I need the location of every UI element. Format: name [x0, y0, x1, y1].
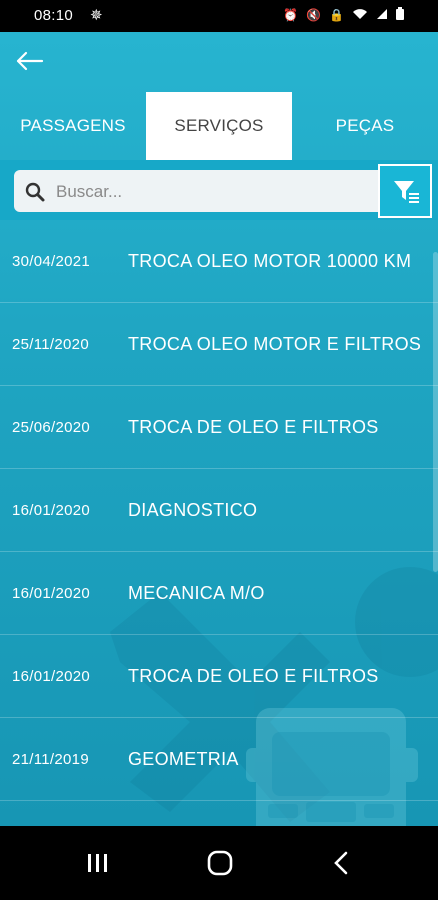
service-date: 30/04/2021 — [12, 252, 91, 270]
service-list: 30/04/2021 TROCA OLEO MOTOR 10000 KM 25/… — [0, 220, 438, 826]
service-description: TROCA DE OLEO E FILTROS — [128, 416, 379, 437]
search-icon — [25, 182, 45, 202]
tab-passagens[interactable]: PASSAGENS — [0, 92, 146, 160]
service-date: 25/06/2020 — [12, 418, 91, 436]
tab-servicos[interactable]: SERVIÇOS — [146, 92, 292, 160]
signal-icon — [376, 8, 388, 23]
app-header — [0, 32, 438, 92]
home-button[interactable] — [200, 848, 240, 878]
back-button[interactable] — [12, 46, 48, 76]
service-date: 16/01/2020 — [12, 584, 91, 602]
list-item[interactable]: 25/11/2020 TROCA OLEO MOTOR E FILTROS — [0, 303, 438, 386]
service-description: TROCA DE OLEO E FILTROS — [128, 665, 379, 686]
battery-icon — [396, 7, 404, 23]
search-input[interactable] — [54, 176, 378, 208]
service-description: DIAGNOSTICO — [128, 499, 258, 520]
tab-bar: PASSAGENS SERVIÇOS PEÇAS — [0, 92, 438, 160]
search-box — [14, 170, 380, 212]
system-nav-bar — [0, 826, 438, 900]
scrollbar[interactable] — [433, 252, 438, 572]
debug-icon: ✵ — [90, 7, 103, 24]
app-screen: PASSAGENS SERVIÇOS PEÇAS 30/04/2021 TROC… — [0, 32, 438, 826]
service-date: 16/01/2020 — [12, 667, 91, 685]
service-date: 25/11/2020 — [12, 335, 89, 353]
search-row — [0, 160, 438, 220]
list-item[interactable]: 16/01/2020 MECANICA M/O — [0, 552, 438, 635]
wifi-icon — [352, 8, 368, 23]
service-description: TROCA OLEO MOTOR 10000 KM — [128, 250, 412, 271]
list-item[interactable]: 16/01/2020 DIAGNOSTICO — [0, 469, 438, 552]
list-item[interactable]: 21/11/2019 GEOMETRIA — [0, 718, 438, 801]
status-bar: 08:10 ✵ ⏰ 🔇 🔒 — [0, 0, 438, 32]
status-time: 08:10 — [34, 7, 74, 24]
list-item[interactable]: 30/04/2021 TROCA OLEO MOTOR 10000 KM — [0, 220, 438, 303]
recent-apps-icon — [88, 854, 107, 872]
filter-icon — [394, 181, 419, 203]
filter-button[interactable] — [378, 164, 432, 218]
tab-pecas[interactable]: PEÇAS — [292, 92, 438, 160]
service-description: MECANICA M/O — [128, 582, 265, 603]
list-item[interactable]: 25/06/2020 TROCA DE OLEO E FILTROS — [0, 386, 438, 469]
recent-apps-button[interactable] — [78, 848, 118, 878]
chevron-left-icon — [334, 851, 348, 875]
back-nav-button[interactable] — [322, 848, 362, 878]
service-description: GEOMETRIA — [128, 748, 239, 769]
back-arrow-icon — [16, 51, 44, 71]
service-date: 16/01/2020 — [12, 501, 91, 519]
mute-icon: 🔇 — [306, 8, 322, 22]
lock-icon: 🔒 — [329, 8, 344, 22]
service-description: TROCA OLEO MOTOR E FILTROS — [128, 333, 422, 354]
status-icons: ⏰ 🔇 🔒 — [283, 7, 404, 23]
alarm-icon: ⏰ — [283, 8, 299, 22]
list-item[interactable]: 16/01/2020 TROCA DE OLEO E FILTROS — [0, 635, 438, 718]
service-date: 21/11/2019 — [12, 750, 89, 768]
home-icon — [207, 850, 233, 876]
